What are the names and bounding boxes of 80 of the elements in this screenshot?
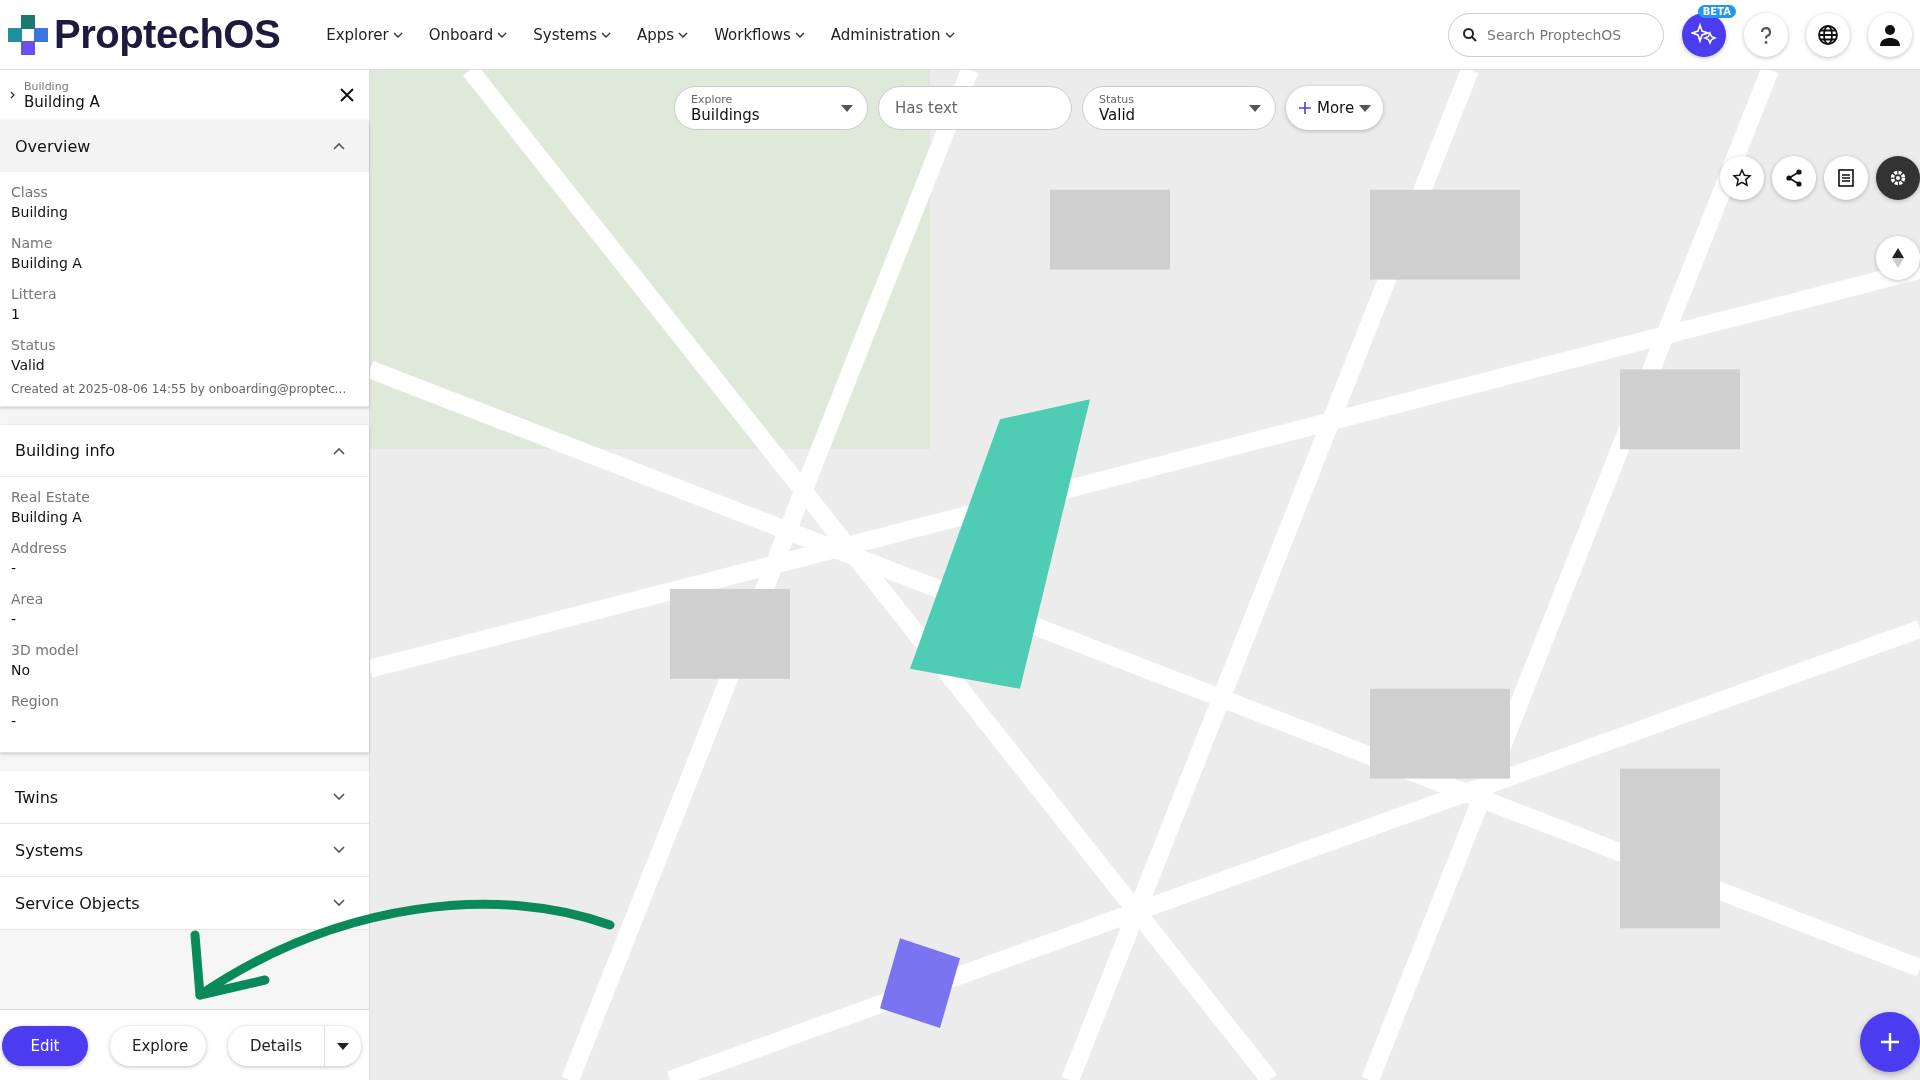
details-button[interactable]: Details (228, 1026, 325, 1066)
nav-menu-item[interactable]: Workflows (704, 19, 815, 50)
chevron-down-icon (333, 899, 345, 907)
logo-icon (8, 14, 48, 55)
field-value: Building A (11, 254, 83, 273)
dropdown-button[interactable] (325, 1026, 361, 1066)
chevron-down-icon (794, 31, 805, 38)
chevron-down-icon (333, 793, 345, 801)
field-label: Area (11, 590, 45, 609)
list-icon (1836, 168, 1856, 188)
explore-button[interactable]: Explore (110, 1026, 206, 1066)
field-value: 1 (11, 305, 21, 324)
person-icon (1878, 22, 1902, 47)
dropdown-field[interactable]: Explore Buildings (674, 86, 868, 130)
dropdown-label: Status (1099, 92, 1136, 106)
help-button[interactable] (1744, 12, 1788, 57)
chevron-down-icon (601, 31, 611, 38)
user-button[interactable] (1868, 12, 1912, 57)
field-label: Status (11, 336, 57, 355)
add-button[interactable] (1860, 1012, 1920, 1072)
chevron-down-icon (944, 31, 955, 38)
field-value: Building (11, 203, 69, 222)
field-value: No (11, 661, 32, 680)
field-value: - (11, 559, 18, 578)
field-value: Building A (11, 508, 83, 527)
list-view-button[interactable] (1824, 156, 1868, 200)
caret-icon (1359, 104, 1372, 112)
text-filter-field[interactable]: Has text (878, 86, 1072, 130)
edit-button[interactable]: Edit (2, 1026, 88, 1066)
language-button[interactable] (1806, 12, 1850, 57)
settings-button[interactable] (1876, 156, 1920, 200)
share-button[interactable] (1772, 156, 1816, 200)
dropdown-value: Buildings (691, 105, 760, 124)
compass-icon (1890, 247, 1906, 269)
created-info-text: Created at 2025-08-06 14:55 by onboarding@proptec... (11, 382, 348, 396)
chevron-up-icon (333, 446, 345, 455)
field-label: 3D model (11, 641, 80, 660)
dropdown-label: Explore (691, 92, 734, 106)
beta-badge: BETA (1697, 4, 1736, 18)
field-label: Real Estate (11, 488, 91, 507)
globe-icon (1817, 23, 1839, 46)
chevron-down-icon (678, 31, 689, 38)
nav-menu-item[interactable]: Explorer (316, 19, 413, 50)
breadcrumb-label: Building (24, 79, 70, 93)
nav-menu-item[interactable]: Administration (820, 19, 965, 50)
star-icon (1732, 168, 1752, 188)
chevron-down-icon (392, 31, 403, 38)
dropdown-value: Valid (1099, 105, 1136, 124)
nav-menu-item[interactable]: Systems (523, 19, 621, 50)
nav-menu-item[interactable]: Onboard (418, 19, 518, 50)
nav-menu-item[interactable]: Apps (627, 19, 699, 50)
panel-title: Building A (24, 92, 101, 111)
field-label: Littera (11, 285, 58, 304)
logo-text: ProptechOS (54, 12, 281, 57)
plus-icon (1879, 1031, 1901, 1053)
field-label: Address (11, 539, 68, 558)
compass-button[interactable] (1876, 236, 1920, 280)
chevron-down-icon (497, 31, 508, 38)
field-label: Name (11, 234, 54, 253)
field-value: Valid (11, 356, 46, 375)
share-icon (1784, 168, 1804, 188)
section-header[interactable]: Building info (0, 425, 369, 477)
field-label: Class (11, 183, 49, 202)
settings-icon (1888, 168, 1908, 188)
section-header[interactable]: Overview (0, 120, 369, 172)
close-icon (339, 87, 355, 103)
chevron-down-icon (333, 846, 345, 854)
more-filters-button[interactable]: More (1286, 86, 1384, 130)
dropdown-field[interactable]: Status Valid (1082, 86, 1276, 130)
caret-icon (841, 104, 853, 112)
favorite-button[interactable] (1720, 156, 1764, 200)
chevron-right-icon (10, 91, 16, 99)
search-field[interactable]: Search ProptechOS (1448, 12, 1664, 57)
caret-icon (1249, 104, 1261, 112)
plus-icon (1298, 101, 1312, 115)
field-value: - (11, 712, 18, 731)
chevron-up-icon (333, 142, 345, 150)
field-value: - (11, 610, 18, 629)
caret-icon (337, 1042, 349, 1050)
field-label: Region (11, 692, 60, 711)
